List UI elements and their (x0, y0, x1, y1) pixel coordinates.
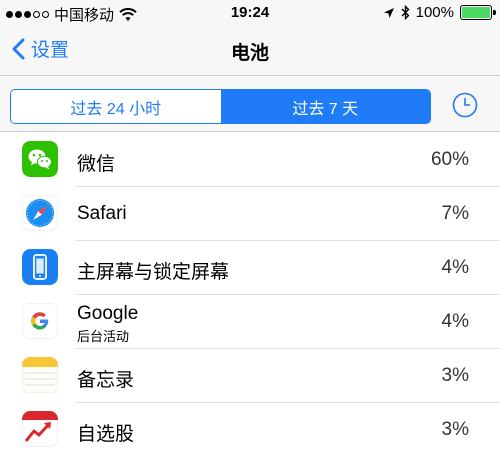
app-name: Safari (77, 203, 127, 224)
google-icon (22, 303, 58, 339)
app-name: 主屏幕与锁定屏幕 (77, 262, 230, 283)
status-right: 100% (383, 4, 496, 21)
usage-percent: 3% (441, 365, 469, 386)
bluetooth-icon (401, 5, 410, 20)
list-item-home-lock-screen[interactable]: 主屏幕与锁定屏幕 4% (0, 241, 500, 295)
app-name: Google (77, 303, 139, 324)
time-range-segmented-control: 过去 24 小时 过去 7 天 (10, 89, 431, 124)
usage-percent: 4% (441, 257, 469, 278)
clock-icon[interactable] (452, 92, 478, 118)
time-range-bar: 过去 24 小时 过去 7 天 (0, 76, 500, 132)
usage-percent: 3% (441, 419, 469, 440)
usage-percent: 60% (430, 149, 469, 170)
list-item-wechat[interactable]: 微信 60% (0, 133, 500, 187)
battery-percent: 100% (415, 4, 454, 21)
app-name: 备忘录 (77, 370, 135, 391)
wechat-icon (22, 141, 58, 177)
stocks-icon (22, 411, 58, 447)
app-subtitle: 后台活动 (77, 329, 130, 344)
home-lock-screen-icon (22, 249, 58, 285)
safari-icon (22, 195, 58, 231)
notes-icon (22, 357, 58, 393)
segment-last-7-days[interactable]: 过去 7 天 (220, 90, 430, 123)
list-item-safari[interactable]: Safari 7% (0, 187, 500, 241)
list-item-google[interactable]: Google 后台活动 4% (0, 295, 500, 349)
navigation-bar: 设置 电池 (0, 26, 500, 76)
battery-icon (460, 5, 496, 20)
page-title: 电池 (230, 43, 269, 64)
list-item-stocks[interactable]: 自选股 3% (0, 403, 500, 457)
list-item-notes[interactable]: 备忘录 3% (0, 349, 500, 403)
location-arrow-icon (383, 7, 394, 18)
segment-last-24-hours[interactable]: 过去 24 小时 (11, 90, 221, 123)
usage-percent: 4% (441, 311, 469, 332)
usage-percent: 7% (441, 203, 469, 224)
app-name: 自选股 (77, 424, 135, 445)
status-bar: 中国移动 19:24 100% (0, 0, 500, 26)
battery-usage-list: 微信 60% Safari 7% 主屏幕与锁定屏幕 4% Google 后台活动… (0, 133, 500, 457)
app-name: 微信 (77, 154, 116, 175)
